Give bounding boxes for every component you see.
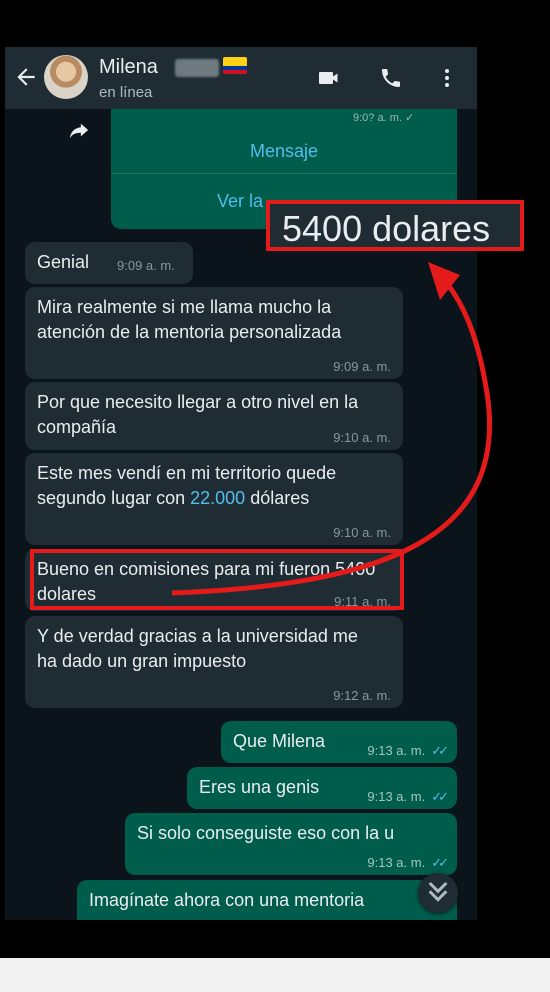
back-arrow-icon[interactable] [13,64,39,90]
message-text: Que Milena [233,731,326,751]
message-bubble-incoming[interactable]: Este mes vendí en mi territorio quede se… [25,453,403,545]
message-bubble-incoming[interactable]: Por que necesito llegar a otro nivel en … [25,382,403,450]
double-check-icon: ✓✓ [431,789,449,804]
message-time: 9:13 a. m. ✓✓ [367,743,449,758]
card-time: 9:0? a. m. ✓ [353,112,415,124]
message-time: 9:13 a. m. ✓✓ [367,789,449,804]
colombia-flag-icon [223,57,247,74]
contact-name[interactable]: Milena [99,56,158,79]
highlight-callout: 5400 dolares [266,200,524,251]
bottom-strip [0,958,550,992]
message-bubble-incoming[interactable]: Mira realmente si me llama mucho la aten… [25,287,403,379]
blurred-surname [175,59,219,77]
forward-icon[interactable] [67,119,91,141]
message-button[interactable]: Mensaje [111,141,457,162]
message-text: Si solo conseguiste eso con la u [137,823,395,843]
double-chevron-down-icon [428,881,448,902]
message-bubble-outgoing[interactable]: Imagínate ahora con una mentoria [77,880,457,920]
message-text: Genial [37,252,90,272]
number-link[interactable]: 22.000 [190,488,245,508]
message-text: Eres una genis [199,777,320,797]
message-bubble-outgoing[interactable]: Si solo conseguiste eso con la u 9:13 a.… [125,813,457,875]
message-time: 9:09 a. m. [117,258,175,273]
double-check-icon: ✓✓ [431,855,449,870]
message-time: 9:09 a. m. [333,359,391,374]
message-text: Este mes vendí en mi territorio quede se… [37,463,337,508]
message-time: 9:10 a. m. [333,430,391,445]
message-bubble-outgoing[interactable]: Eres una genis 9:13 a. m. ✓✓ [187,767,457,809]
double-check-icon: ✓✓ [431,743,449,758]
message-text: Y de verdad gracias a la universidad me … [37,626,358,671]
chat-screen: Milena en línea 9:0? a. m. ✓ Mensaje Ver… [5,47,477,920]
highlight-box-message [30,549,404,610]
message-time: 9:12 a. m. [333,688,391,703]
scroll-down-button[interactable] [418,873,458,913]
highlight-callout-label: 5400 dolares [282,208,491,249]
message-text: Mira realmente si me llama mucho la aten… [37,297,342,342]
more-options-icon[interactable] [433,66,461,90]
message-text: Imagínate ahora con una mentoria [89,890,365,910]
avatar[interactable] [44,55,88,99]
phone-call-icon[interactable] [377,66,405,90]
message-bubble-incoming[interactable]: Genial 9:09 a. m. [25,242,193,284]
video-call-icon[interactable] [315,66,343,90]
message-bubble-outgoing[interactable]: Que Milena 9:13 a. m. ✓✓ [221,721,457,763]
card-divider [111,173,457,174]
contact-status: en línea [99,84,153,101]
message-time: 9:10 a. m. [333,525,391,540]
message-time: 9:13 a. m. ✓✓ [367,855,449,870]
chat-header: Milena en línea [5,47,477,109]
message-bubble-incoming[interactable]: Y de verdad gracias a la universidad me … [25,616,403,708]
